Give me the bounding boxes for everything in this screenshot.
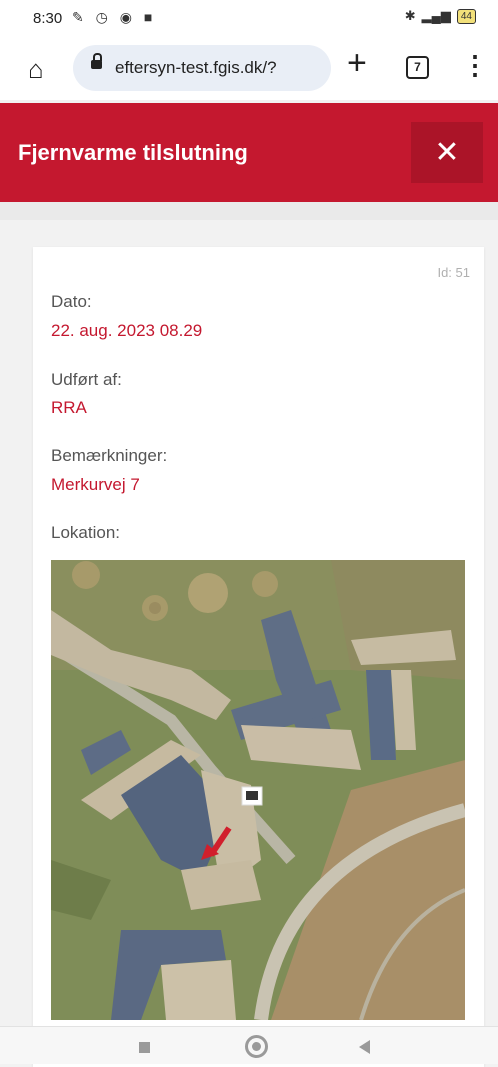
status-bar: 8:30 ✎ ◷ ◉ ■ ✱ ▂▄▆ 44: [0, 0, 498, 36]
record-id: Id: 51: [437, 265, 470, 280]
record-card: Id: 51 Dato: 22. aug. 2023 08.29 Udført …: [33, 247, 484, 1067]
back-icon[interactable]: [359, 1040, 370, 1054]
header-divider: [0, 202, 498, 220]
close-button[interactable]: ✕: [411, 122, 483, 183]
battery-icon: 44: [456, 8, 476, 24]
date-value: 22. aug. 2023 08.29: [51, 321, 203, 340]
location-label: Lokation:: [51, 523, 120, 542]
signal-icon: ▂▄▆: [421, 8, 451, 23]
bluetooth-icon: ✱: [404, 8, 416, 23]
system-icons: ✱ ▂▄▆ 44: [405, 8, 476, 24]
aerial-map-image: [51, 560, 465, 1020]
status-time: 8:30: [33, 10, 63, 27]
page-title: Fjernvarme tilslutning: [18, 140, 248, 165]
performed-by-value: RRA: [51, 398, 87, 417]
close-icon: ✕: [434, 136, 460, 169]
date-label: Dato:: [51, 292, 92, 311]
remarks-label: Bemærkninger:: [51, 446, 168, 465]
location-map[interactable]: [51, 560, 465, 1020]
page-header: Fjernvarme tilslutning ✕: [0, 103, 498, 202]
home-nav-icon[interactable]: [245, 1035, 268, 1058]
remarks-value: Merkurvej 7: [51, 475, 140, 494]
recent-apps-icon[interactable]: [139, 1042, 150, 1053]
performed-by-label: Udført af:: [51, 370, 122, 389]
browser-toolbar: ⌂ eftersyn-test.fgis.dk/? + 7 ⋮: [0, 36, 498, 100]
address-bar[interactable]: eftersyn-test.fgis.dk/?: [73, 45, 331, 91]
lock-icon: [91, 53, 102, 69]
more-menu-icon[interactable]: ⋮: [462, 52, 488, 78]
url-text[interactable]: eftersyn-test.fgis.dk/?: [115, 58, 325, 78]
android-nav-bar: [0, 1026, 498, 1064]
home-icon[interactable]: ⌂: [28, 54, 44, 85]
new-tab-button[interactable]: +: [347, 44, 367, 83]
tab-switcher-button[interactable]: 7: [406, 56, 429, 79]
notification-icons: ✎ ◷ ◉ ■: [72, 9, 157, 25]
